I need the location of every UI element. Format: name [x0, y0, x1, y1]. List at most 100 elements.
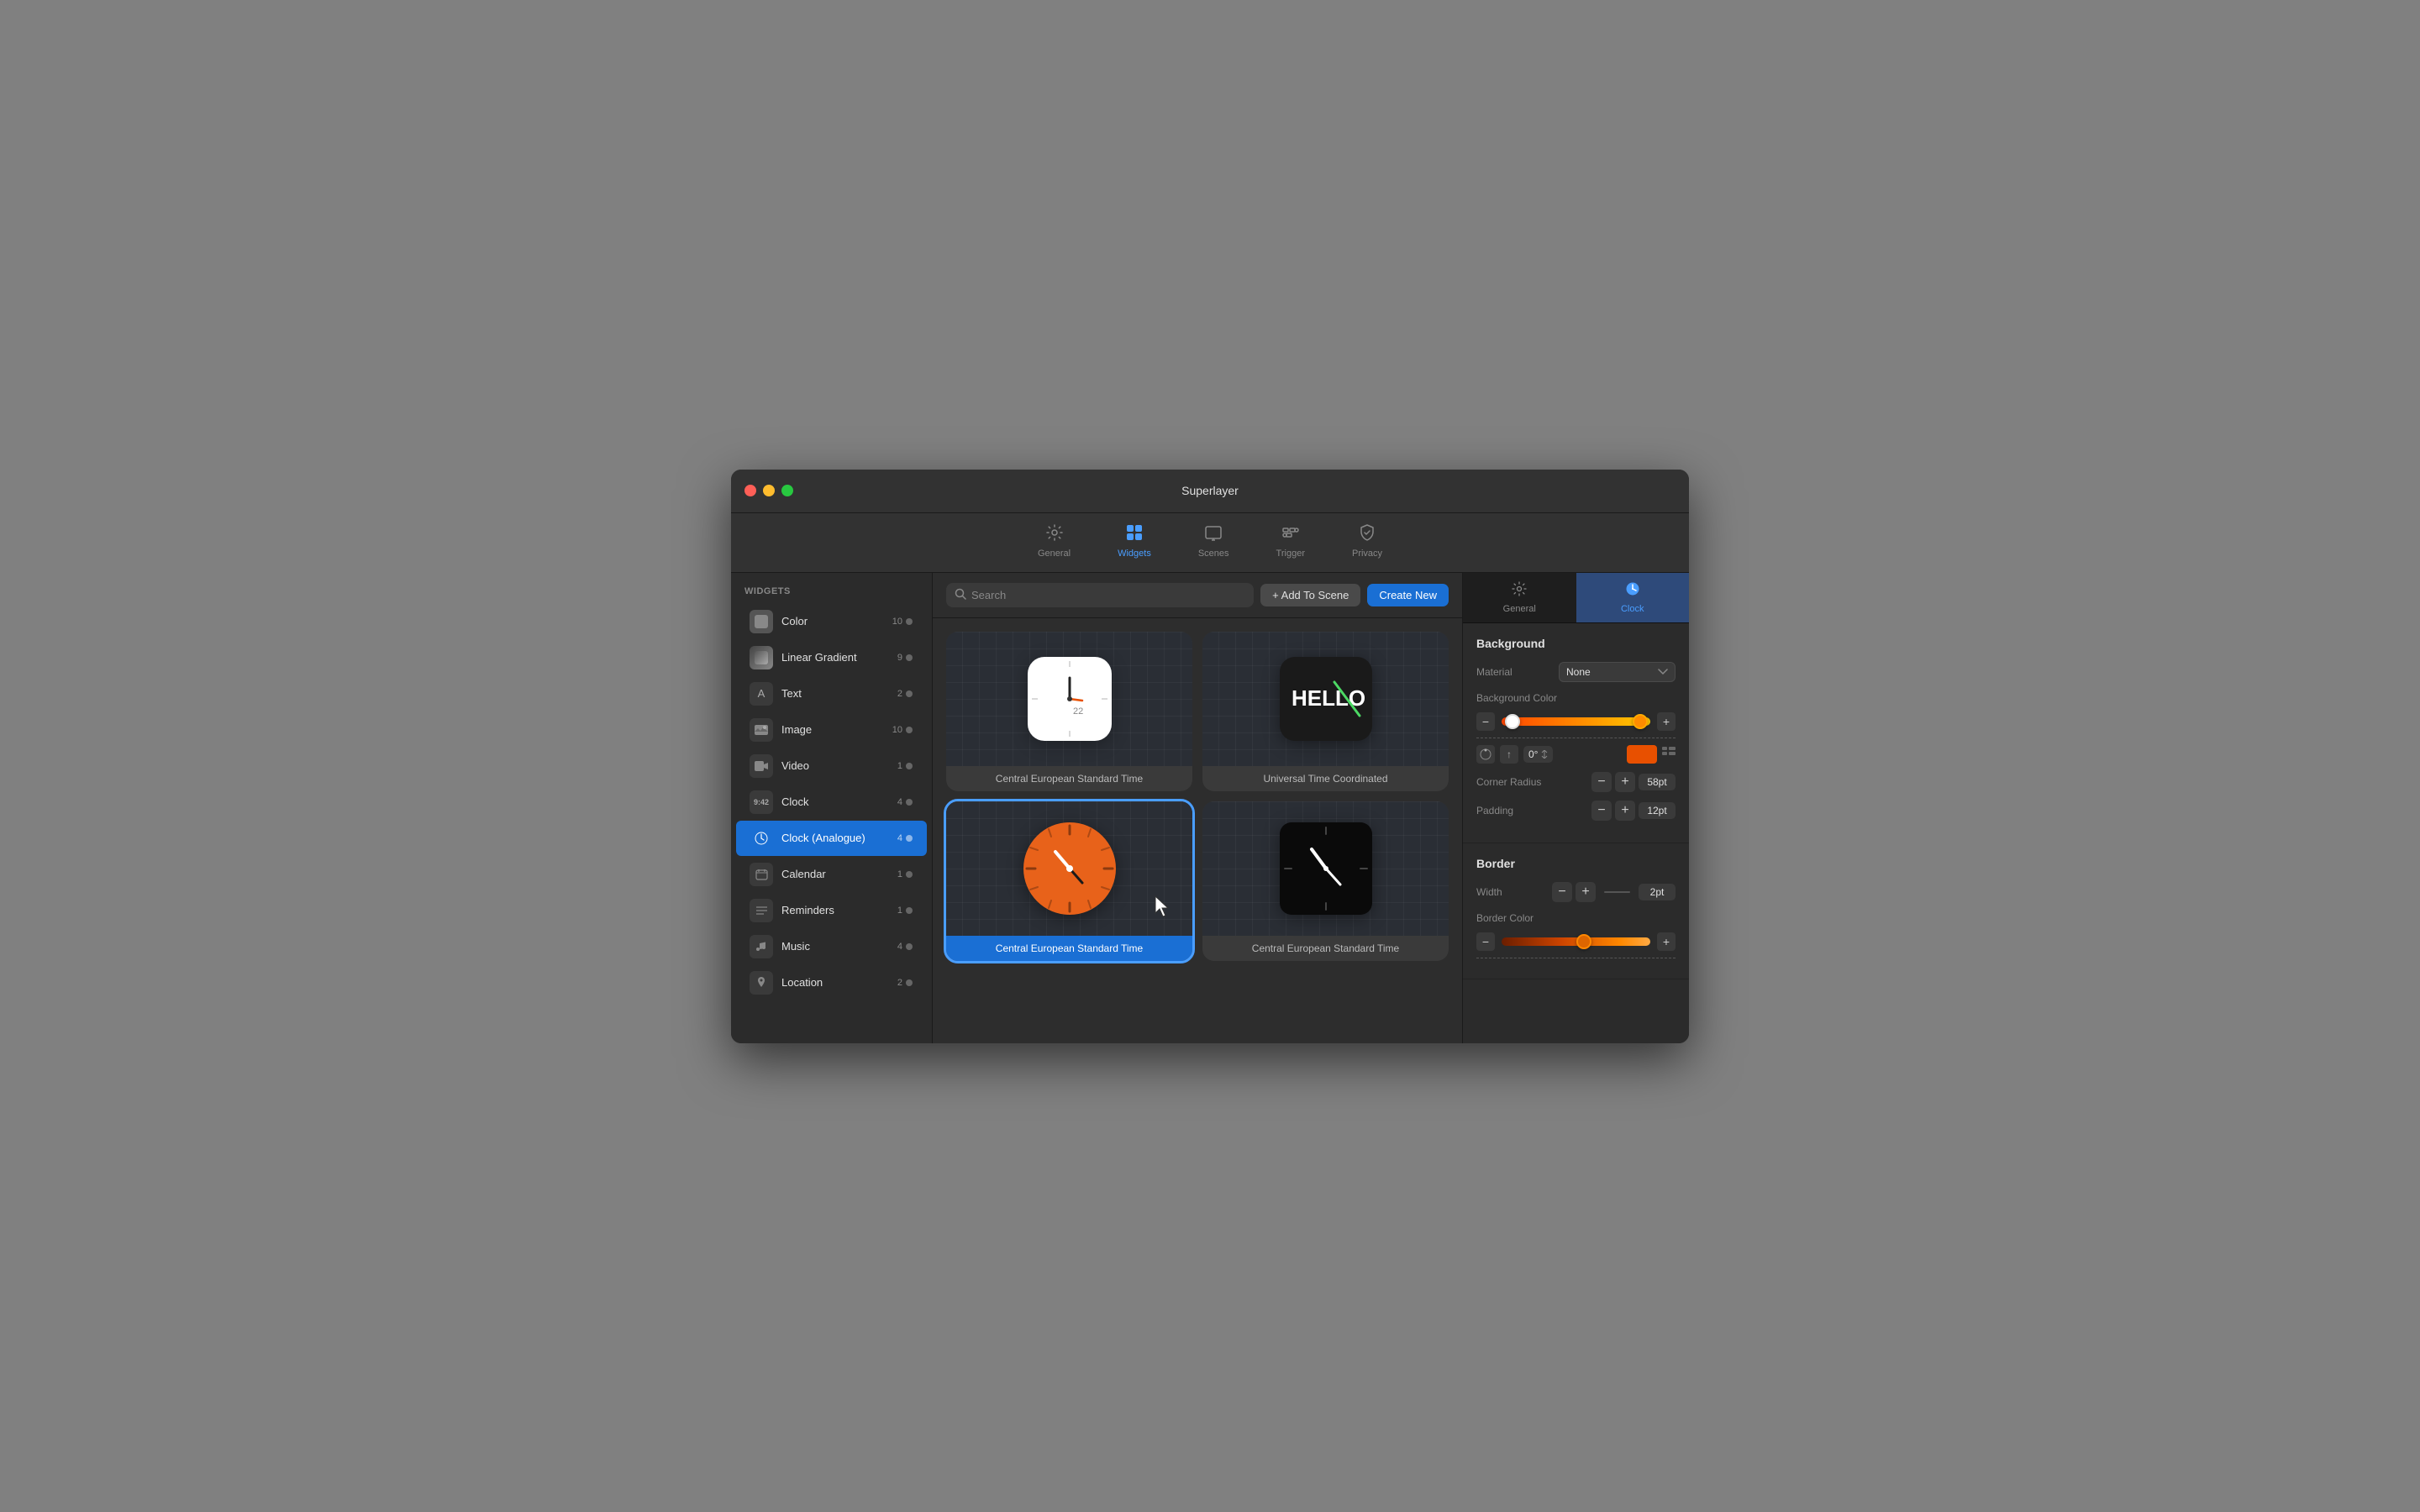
toolbar-label-privacy: Privacy [1352, 549, 1382, 559]
sidebar-count-calendar: 1 [897, 869, 913, 879]
sidebar-label-reminders: Reminders [781, 904, 897, 916]
text-icon: A [750, 682, 773, 706]
maximize-button[interactable] [781, 485, 793, 496]
color-swatch[interactable] [1627, 745, 1657, 764]
music-icon [750, 935, 773, 958]
sidebar-item-image[interactable]: Image 10 [736, 712, 927, 748]
sidebar-label-calendar: Calendar [781, 868, 897, 880]
svg-text:22: 22 [1073, 706, 1083, 717]
corner-radius-minus[interactable]: − [1591, 772, 1612, 792]
panel-tab-general-label: General [1503, 604, 1536, 614]
search-bar: + Add To Scene Create New [933, 573, 1462, 618]
widget-label-2: Universal Time Coordinated [1202, 766, 1449, 791]
corner-radius-row: Corner Radius − + 58pt [1476, 772, 1676, 792]
gear-icon [1045, 523, 1064, 545]
sidebar-item-music[interactable]: Music 4 [736, 929, 927, 964]
main-content: Widgets Color 10 Linear Gradient 9 [731, 573, 1689, 1043]
toolbar-label-widgets: Widgets [1118, 549, 1151, 559]
titlebar: Superlayer [731, 470, 1689, 513]
border-width-plus[interactable]: + [1576, 882, 1596, 902]
add-to-scene-button[interactable]: + Add To Scene [1260, 584, 1360, 606]
clock-analogue-icon [750, 827, 773, 850]
border-title: Border [1476, 857, 1676, 870]
search-icon [955, 588, 966, 602]
grid-view-icon[interactable] [1662, 747, 1676, 761]
border-color-slider-row: − + [1476, 932, 1676, 951]
sidebar-item-linear-gradient[interactable]: Linear Gradient 9 [736, 640, 927, 675]
angle-value[interactable]: 0° [1523, 746, 1553, 763]
panel-tab-general[interactable]: General [1463, 573, 1576, 622]
widget-grid-area: + Add To Scene Create New [933, 573, 1462, 1043]
sidebar-item-reminders[interactable]: Reminders 1 [736, 893, 927, 928]
minimize-button[interactable] [763, 485, 775, 496]
corner-radius-plus[interactable]: + [1615, 772, 1635, 792]
sidebar-label-location: Location [781, 976, 897, 989]
material-row: Material None [1476, 662, 1676, 682]
scenes-icon [1204, 523, 1223, 545]
gradient-icon [750, 646, 773, 669]
bg-slider-thumb-right[interactable] [1633, 714, 1648, 729]
border-width-label: Width [1476, 886, 1552, 898]
widget-card-1[interactable]: 22 Central European Standard Time [946, 632, 1192, 791]
close-button[interactable] [744, 485, 756, 496]
widget-card-4[interactable]: Central European Standard Time [1202, 801, 1449, 961]
border-width-value: 2pt [1639, 884, 1676, 900]
background-section: Background Material None Background Colo… [1463, 623, 1689, 843]
widget-card-3[interactable]: Central European Standard Time [946, 801, 1192, 961]
sidebar-item-location[interactable]: Location 2 [736, 965, 927, 1000]
toolbar-item-general[interactable]: General [1028, 520, 1081, 562]
sidebar-count-image: 10 [892, 725, 913, 735]
sidebar-item-clock[interactable]: 9:42 Clock 4 [736, 785, 927, 820]
location-icon [750, 971, 773, 995]
border-width-minus[interactable]: − [1552, 882, 1572, 902]
toolbar-item-privacy[interactable]: Privacy [1342, 520, 1392, 562]
toolbar: General Widgets Scenes [731, 513, 1689, 573]
bg-color-plus[interactable]: + [1657, 712, 1676, 731]
bg-slider-thumb-left[interactable] [1505, 714, 1520, 729]
panel-gear-icon [1512, 581, 1527, 601]
bg-color-minus[interactable]: − [1476, 712, 1495, 731]
panel-tab-clock[interactable]: Clock [1576, 573, 1690, 622]
sidebar-item-calendar[interactable]: Calendar 1 [736, 857, 927, 892]
sidebar-label-text: Text [781, 687, 897, 700]
angle-direction-icon[interactable] [1476, 745, 1495, 764]
create-new-button[interactable]: Create New [1367, 584, 1449, 606]
toolbar-item-trigger[interactable]: Trigger [1266, 520, 1315, 562]
sidebar-label-clock-analogue: Clock (Analogue) [781, 832, 897, 844]
search-input[interactable] [971, 589, 1245, 601]
border-width-row: Width − + 2pt [1476, 882, 1676, 902]
toolbar-item-scenes[interactable]: Scenes [1188, 520, 1239, 562]
material-select[interactable]: None [1559, 662, 1676, 682]
sidebar-label-image: Image [781, 723, 892, 736]
sidebar-label-music: Music [781, 940, 897, 953]
widget-card-2[interactable]: HELLO Universal Time Coordinated [1202, 632, 1449, 791]
hello-dark-widget: HELLO [1280, 657, 1372, 741]
clock-digit-icon: 9:42 [750, 790, 773, 814]
angle-up-icon[interactable]: ↑ [1500, 745, 1518, 764]
sidebar-item-color[interactable]: Color 10 [736, 604, 927, 639]
image-icon [750, 718, 773, 742]
search-input-wrap[interactable] [946, 583, 1254, 607]
toolbar-item-widgets[interactable]: Widgets [1107, 520, 1161, 562]
widget-preview-1: 22 [946, 632, 1192, 766]
border-color-minus[interactable]: − [1476, 932, 1495, 951]
sidebar-count-clock: 4 [897, 797, 913, 807]
sidebar-item-video[interactable]: Video 1 [736, 748, 927, 784]
color-icon [750, 610, 773, 633]
privacy-icon [1358, 523, 1376, 545]
clock-orange-widget [1023, 822, 1116, 915]
app-window: Superlayer General Widgets [731, 470, 1689, 1043]
padding-plus[interactable]: + [1615, 801, 1635, 821]
clock-white: 22 [1028, 657, 1112, 741]
sidebar-count-clock-analogue: 4 [897, 833, 913, 843]
corner-radius-value: 58pt [1639, 774, 1676, 790]
border-color-plus[interactable]: + [1657, 932, 1676, 951]
padding-minus[interactable]: − [1591, 801, 1612, 821]
padding-value: 12pt [1639, 802, 1676, 819]
sidebar-count-color: 10 [892, 617, 913, 627]
border-slider-thumb[interactable] [1576, 934, 1591, 949]
sidebar-item-clock-analogue[interactable]: Clock (Analogue) 4 [736, 821, 927, 856]
trigger-icon [1281, 523, 1300, 545]
sidebar-label-color: Color [781, 615, 892, 627]
sidebar-item-text[interactable]: A Text 2 [736, 676, 927, 711]
